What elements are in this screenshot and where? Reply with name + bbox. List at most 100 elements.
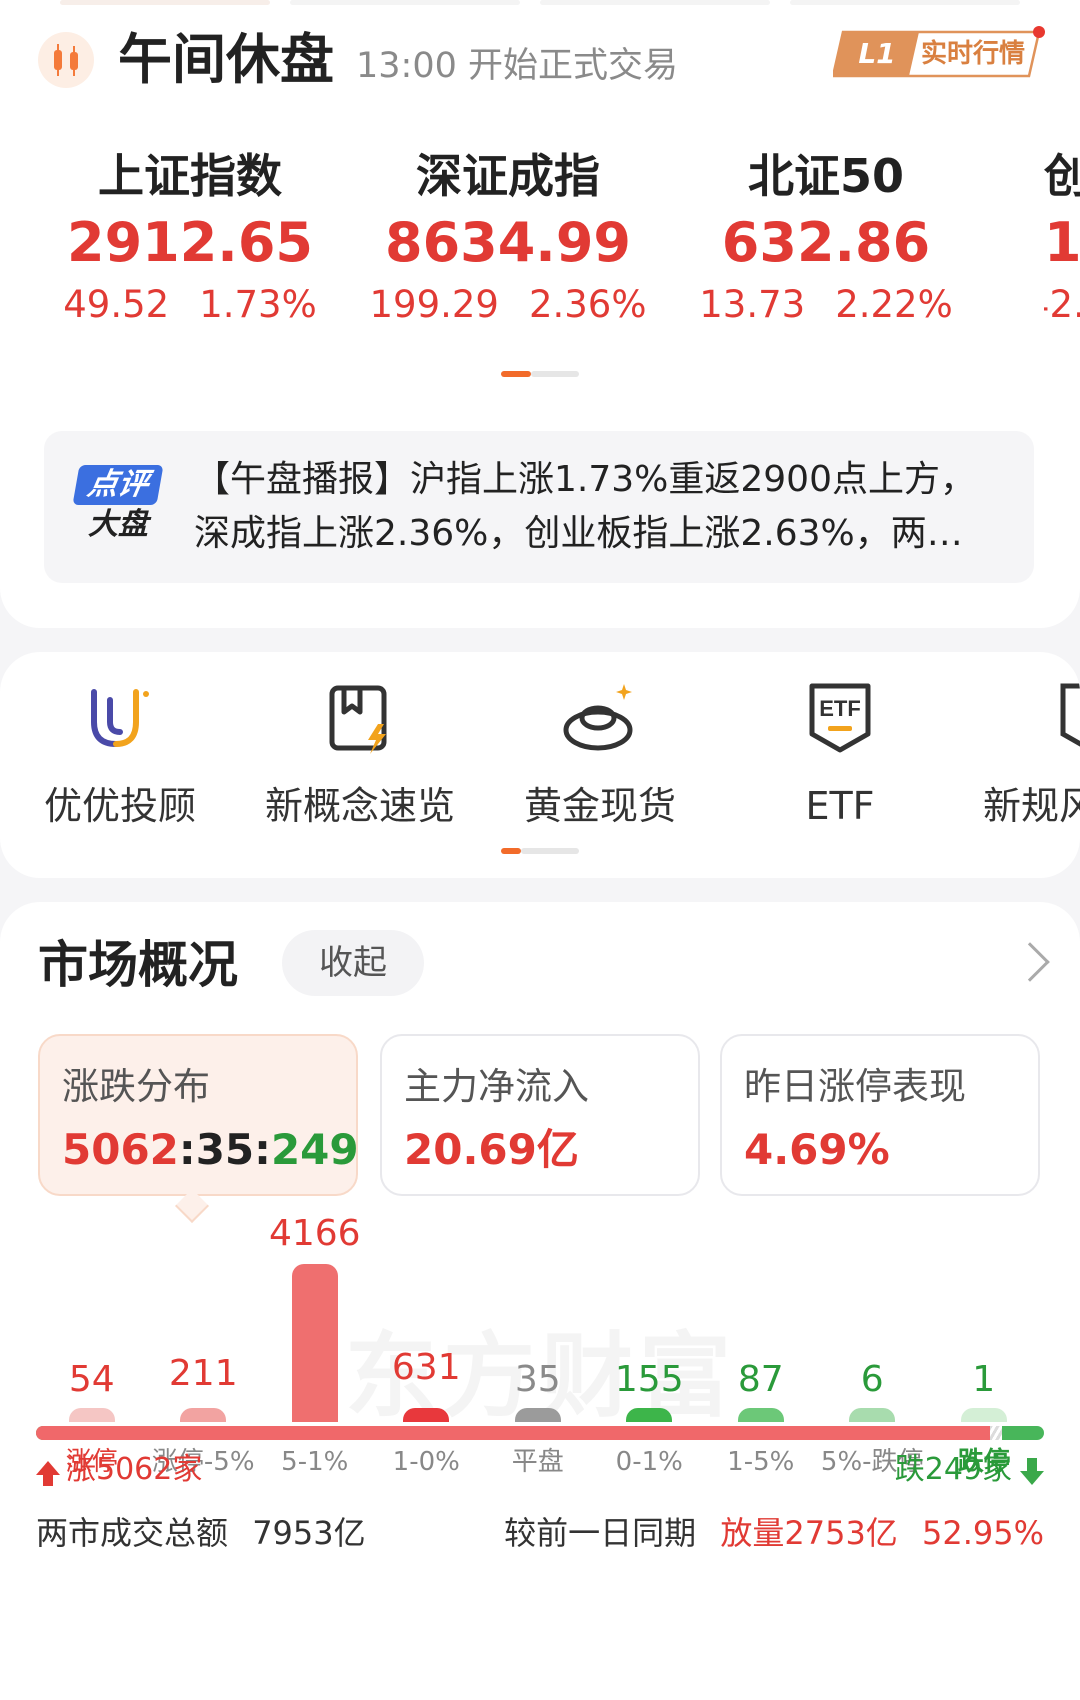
index-name: 上证指数 — [98, 149, 282, 203]
stat-title: 涨跌分布 — [62, 1065, 210, 1108]
nav-label: 新概念速览 — [264, 784, 455, 828]
rise-count: 5062 — [62, 1125, 179, 1174]
market-header-card: 午间休盘 13:00 开始正式交易 L1 实时行情 上证指数 2912.65 4… — [0, 0, 1080, 628]
nav-gold-spot[interactable]: 黄金现货 — [485, 678, 715, 832]
distribution-value: 1 — [972, 1359, 996, 1400]
index-shenzhen[interactable]: 深证成指 8634.99 199.29 2.36% — [348, 146, 668, 332]
nav-uu-advisor[interactable]: 优优投顾 — [5, 678, 235, 832]
distribution-chart: 54 涨停 211 涨停-5% 4166 5-1% 631 1-0% 35 平盘 155 0-1% 87… — [0, 1213, 1080, 1477]
news-line: 深成指上涨2.36%，创业板指上涨2.63%，两… — [194, 513, 963, 554]
turnover-label: 两市成交总额 — [36, 1514, 229, 1552]
index-change-pct: 1.73% — [199, 283, 317, 326]
index-change-points: 199.29 — [369, 283, 499, 326]
turnover-compare: 较前一日同期 放量2753亿 52.95% — [504, 1508, 1044, 1558]
nav-label: 黄金现货 — [523, 784, 676, 828]
index-shanghai[interactable]: 上证指数 2912.65 49.52 1.73% — [30, 146, 350, 332]
distribution-bar — [626, 1408, 673, 1422]
index-change: 49.52 1.73% — [30, 278, 350, 332]
index-change-points: 42. — [1044, 283, 1080, 326]
compare-volume: 放量2753亿 — [720, 1514, 898, 1552]
index-value: 2912.65 — [67, 211, 313, 274]
nav-new-concepts[interactable]: 新概念速览 — [245, 678, 475, 832]
distribution-bar — [514, 1408, 561, 1422]
trading-status: 午间休盘 13:00 开始正式交易 L1 实时行情 — [38, 24, 1068, 100]
gold-ingot-icon — [560, 678, 640, 758]
chevron-right-icon[interactable] — [1010, 942, 1050, 982]
nav-new-rules-partial[interactable]: 新规风 — [965, 678, 1080, 832]
flat-count: 35 — [195, 1125, 255, 1174]
ratio-rise-segment — [36, 1426, 990, 1440]
distribution-value: 211 — [168, 1353, 238, 1394]
notification-dot — [1033, 26, 1045, 38]
index-value: 8634.99 — [385, 211, 631, 274]
distribution-bar — [403, 1408, 450, 1422]
distribution-value: 54 — [68, 1359, 115, 1400]
distribution-label: 5-1% — [281, 1447, 349, 1477]
stat-title: 主力净流入 — [404, 1065, 589, 1108]
index-change: 42. — [1044, 278, 1080, 332]
stat-value: 4.69% — [744, 1125, 890, 1174]
compare-pct: 52.95% — [921, 1514, 1044, 1552]
top-divider — [60, 0, 270, 5]
distribution-label: 1-0% — [392, 1447, 460, 1477]
nav-label: ETF — [805, 784, 875, 828]
index-name: 创 — [1044, 149, 1080, 203]
distribution-label: 1-5% — [727, 1447, 795, 1477]
stat-main-net-inflow[interactable]: 主力净流入 20.69亿 — [380, 1034, 700, 1196]
badge-top: 点评 — [72, 465, 164, 505]
badge-bottom: 大盘 — [88, 507, 148, 542]
l1-label: L1 — [858, 37, 896, 70]
distribution-bar — [737, 1408, 784, 1422]
index-beijing50[interactable]: 北证50 632.86 13.73 2.22% — [666, 146, 986, 332]
page-indicator-active — [501, 371, 531, 377]
realtime-label: 实时行情 — [920, 39, 1025, 69]
rise-count-label: 涨5062家 — [36, 1448, 202, 1492]
news-text: 【午盘播报】沪指上涨1.73%重返2900点上方， 深成指上涨2.36%，创业板… — [194, 453, 1014, 561]
compare-label: 较前一日同期 — [504, 1514, 697, 1552]
distribution-value: 631 — [391, 1347, 461, 1388]
fall-count: 249 — [270, 1125, 359, 1174]
turnover-value: 7953亿 — [252, 1514, 366, 1552]
status-subtitle: 13:00 开始正式交易 — [356, 46, 678, 86]
distribution-value: 155 — [614, 1359, 684, 1400]
index-change-pct: 2.22% — [835, 283, 953, 326]
nav-label: 优优投顾 — [43, 784, 196, 828]
stat-title: 昨日涨停表现 — [744, 1065, 966, 1108]
distribution-value: 4166 — [268, 1213, 361, 1254]
index-value: 1 — [1044, 211, 1080, 274]
news-banner[interactable]: 点评 大盘 【午盘播报】沪指上涨1.73%重返2900点上方， 深成指上涨2.3… — [44, 431, 1034, 583]
collapse-button[interactable]: 收起 — [282, 930, 424, 996]
candlestick-icon — [38, 32, 94, 88]
index-chinext-partial[interactable]: 创 1 42. — [1044, 146, 1080, 332]
stat-rise-fall-distribution[interactable]: 涨跌分布 5062:35:249 — [38, 1034, 359, 1196]
distribution-bar — [68, 1408, 115, 1422]
index-change-pct: 2.36% — [528, 283, 647, 326]
nav-label: 新规风 — [983, 784, 1080, 828]
nav-etf[interactable]: ETF ETF — [725, 678, 955, 832]
index-change: 199.29 2.36% — [348, 278, 668, 332]
index-name: 北证50 — [747, 149, 904, 203]
distribution-label: 平盘 — [511, 1447, 564, 1477]
arrow-up-icon — [36, 1461, 60, 1486]
top-divider — [290, 0, 520, 5]
index-change: 13.73 2.22% — [666, 278, 986, 332]
distribution-label: 0-1% — [615, 1447, 683, 1477]
section-title: 市场概况 — [38, 936, 238, 994]
distribution-bar — [291, 1264, 338, 1422]
quick-nav-card: 优优投顾 新概念速览 黄金现货 ETF ETF 新规风 — [0, 652, 1080, 878]
status-title: 午间休盘 — [118, 28, 334, 91]
turnover-row: 两市成交总额 7953亿 较前一日同期 放量2753亿 52.95% — [36, 1508, 1044, 1558]
concept-book-icon — [320, 678, 400, 758]
stat-yesterday-limit-up[interactable]: 昨日涨停表现 4.69% — [720, 1034, 1040, 1196]
ratio-flat-segment — [990, 1426, 1002, 1440]
shield-icon — [1051, 678, 1080, 758]
svg-text:ETF: ETF — [819, 696, 861, 721]
uu-advisor-icon — [80, 678, 160, 758]
index-name: 深证成指 — [416, 149, 600, 203]
top-divider — [790, 0, 1020, 5]
realtime-quote-badge[interactable]: L1 实时行情 — [833, 30, 1043, 78]
distribution-value: 87 — [737, 1359, 784, 1400]
index-change-points: 13.73 — [699, 283, 806, 326]
distribution-bar — [849, 1408, 896, 1422]
review-badge-icon: 点评 大盘 — [72, 465, 164, 545]
